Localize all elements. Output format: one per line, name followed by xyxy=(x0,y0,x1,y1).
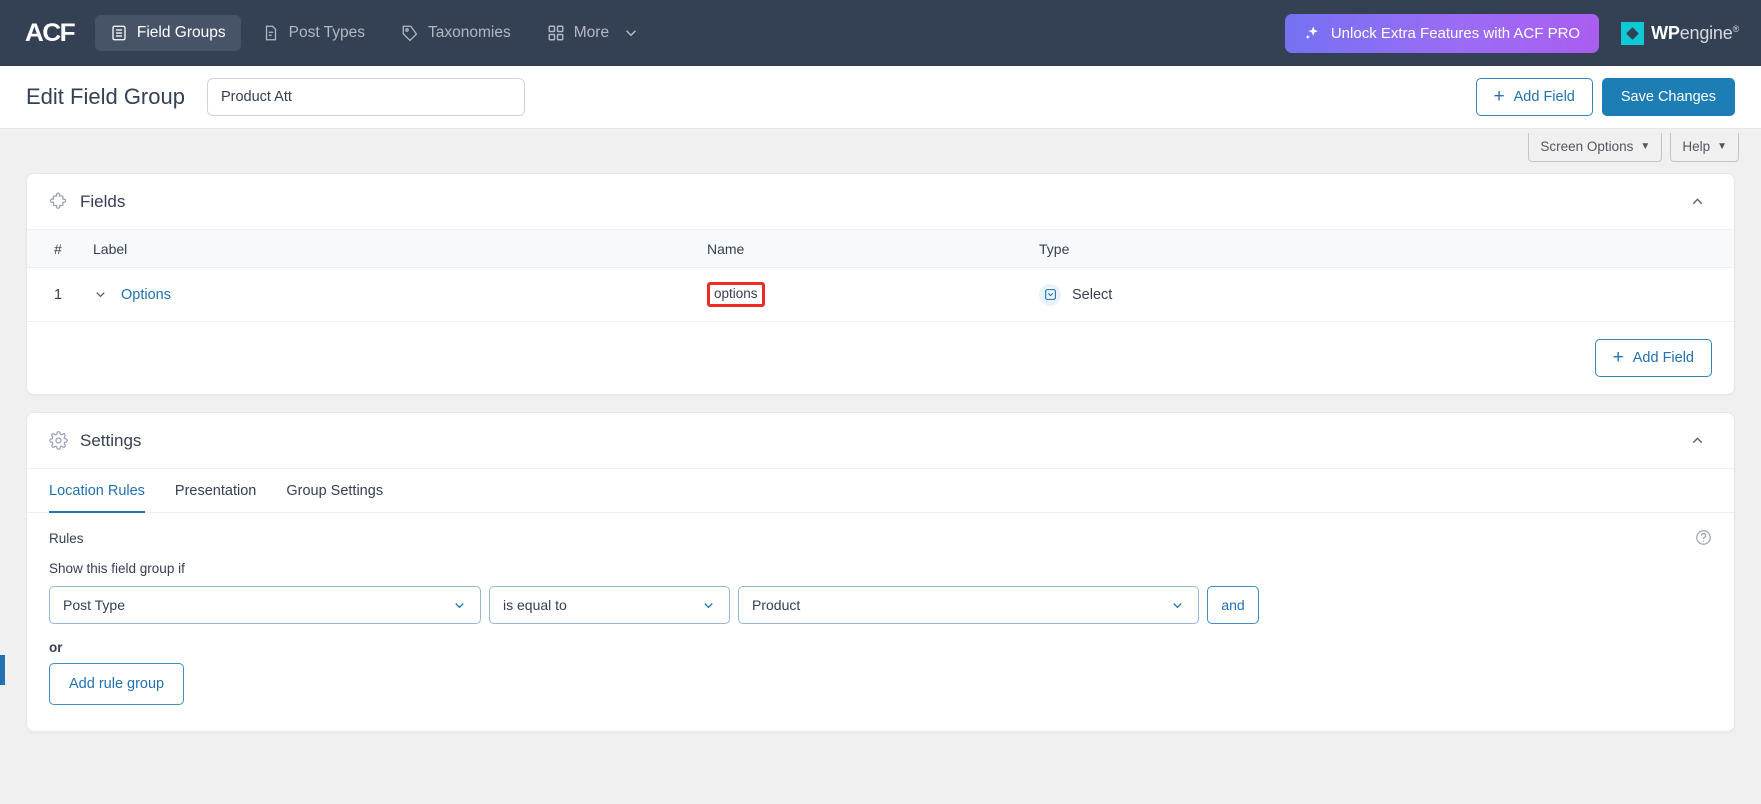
add-field-button-panel[interactable]: + Add Field xyxy=(1594,339,1712,377)
rule-value-value: Product xyxy=(752,597,801,613)
acf-logo[interactable]: ACF xyxy=(25,19,76,48)
settings-tabs: Location Rules Presentation Group Settin… xyxy=(27,469,1734,513)
rules-heading: Rules xyxy=(49,531,84,546)
column-header-number: # xyxy=(54,240,62,257)
primary-nav: Field Groups Post Types Taxonomies More xyxy=(94,15,655,51)
sparkle-icon xyxy=(1304,25,1321,42)
rule-value-select[interactable]: Product xyxy=(738,586,1199,624)
save-changes-button[interactable]: Save Changes xyxy=(1601,78,1735,116)
fields-table-header: # Label Name Type xyxy=(27,230,1734,268)
select-field-icon xyxy=(1039,283,1061,306)
wpengine-mark-icon xyxy=(1621,21,1645,45)
field-label-link[interactable]: Options xyxy=(121,287,171,303)
fields-panel-title: Fields xyxy=(80,191,126,211)
plus-icon: + xyxy=(1612,346,1624,368)
unlock-acf-pro-label: Unlock Extra Features with ACF PRO xyxy=(1330,24,1581,42)
tab-presentation[interactable]: Presentation xyxy=(175,469,256,513)
rule-param-value: Post Type xyxy=(63,597,126,613)
grid-icon xyxy=(547,24,565,42)
tab-location-rules[interactable]: Location Rules xyxy=(49,469,145,513)
acf-top-bar: ACF Field Groups Post Types Taxonomies M… xyxy=(0,0,1761,66)
rule-operator-value: is equal to xyxy=(503,597,567,613)
chevron-down-icon xyxy=(455,602,464,608)
post-types-icon xyxy=(262,24,280,42)
help-label: Help xyxy=(1682,139,1711,154)
chevron-down-icon xyxy=(1173,602,1182,608)
field-row-label-cell: Options xyxy=(93,287,707,303)
unlock-acf-pro-button[interactable]: Unlock Extra Features with ACF PRO xyxy=(1284,13,1600,53)
fields-panel-footer: + Add Field xyxy=(27,322,1734,394)
settings-panel: Settings Location Rules Presentation Gro… xyxy=(26,412,1735,732)
column-header-name: Name xyxy=(707,240,745,257)
chevron-up-icon xyxy=(1692,437,1703,444)
or-label: or xyxy=(49,640,63,655)
rules-subheading: Show this field group if xyxy=(49,561,185,576)
help-button[interactable]: Help ▼ xyxy=(1670,133,1739,162)
rule-param-select[interactable]: Post Type xyxy=(49,586,481,624)
table-row[interactable]: 1 Options options Select xyxy=(27,268,1734,322)
add-and-rule-button[interactable]: and xyxy=(1207,586,1259,624)
save-changes-label: Save Changes xyxy=(1620,89,1716,105)
field-row-type-cell: Select xyxy=(1039,283,1734,306)
screen-options-button[interactable]: Screen Options ▼ xyxy=(1528,133,1663,162)
rule-row: Post Type is equal to Product and xyxy=(49,586,1712,624)
chevron-up-icon xyxy=(1692,198,1703,205)
gear-icon xyxy=(49,431,68,450)
nav-item-more[interactable]: More xyxy=(532,15,655,51)
tab-group-settings[interactable]: Group Settings xyxy=(286,469,383,513)
field-group-title-input[interactable] xyxy=(206,78,525,116)
tag-icon xyxy=(401,24,419,42)
nav-label-field-groups: Field Groups xyxy=(136,24,226,41)
column-header-label: Label xyxy=(93,240,128,257)
page-title: Edit Field Group xyxy=(26,84,185,109)
column-header-type: Type xyxy=(1039,240,1070,257)
scroll-position-indicator xyxy=(0,655,5,685)
caret-down-icon: ▼ xyxy=(1717,141,1727,152)
fields-panel: Fields # Label Name Type 1 Options optio… xyxy=(26,173,1735,395)
location-rules-body: Rules Show this field group if Post Type… xyxy=(27,513,1734,731)
caret-down-icon: ▼ xyxy=(1640,141,1651,152)
row-expand-chevron-down-icon[interactable] xyxy=(93,287,121,302)
main-content: Fields # Label Name Type 1 Options optio… xyxy=(0,173,1761,732)
settings-panel-collapse-toggle[interactable] xyxy=(1683,426,1712,455)
field-groups-icon xyxy=(110,24,128,42)
question-circle-icon[interactable] xyxy=(1695,529,1712,546)
add-rule-group-button[interactable]: Add rule group xyxy=(49,663,185,705)
topbar-right: Unlock Extra Features with ACF PRO WPeng… xyxy=(1284,13,1739,53)
wpengine-wordmark: WPengine® xyxy=(1651,23,1739,44)
puzzle-icon xyxy=(49,192,68,211)
add-field-label-panel: Add Field xyxy=(1632,350,1694,366)
nav-label-taxonomies: Taxonomies xyxy=(428,24,511,41)
field-row-name-cell: options xyxy=(707,282,1039,307)
field-name-value[interactable]: options xyxy=(707,282,765,307)
rule-operator-select[interactable]: is equal to xyxy=(489,586,730,624)
screen-meta-links: Screen Options ▼ Help ▼ xyxy=(0,129,1761,173)
field-row-number: 1 xyxy=(54,286,63,303)
fields-panel-collapse-toggle[interactable] xyxy=(1683,187,1712,216)
header-actions: + Add Field Save Changes xyxy=(1475,78,1735,116)
nav-label-post-types: Post Types xyxy=(288,24,366,41)
wpengine-wp-text: WP xyxy=(1651,22,1680,43)
edit-field-group-header: Edit Field Group + Add Field Save Change… xyxy=(0,66,1761,129)
field-type-label: Select xyxy=(1072,286,1113,303)
plus-icon: + xyxy=(1493,85,1505,107)
nav-label-more: More xyxy=(573,24,610,41)
settings-panel-title: Settings xyxy=(80,430,142,450)
nav-item-field-groups[interactable]: Field Groups xyxy=(94,15,241,51)
chevron-down-icon xyxy=(704,602,713,608)
wpengine-engine-text: engine xyxy=(1679,22,1733,43)
wpengine-registered-mark: ® xyxy=(1732,23,1740,34)
nav-item-post-types[interactable]: Post Types xyxy=(247,15,380,51)
wpengine-logo[interactable]: WPengine® xyxy=(1621,21,1739,45)
settings-panel-header: Settings xyxy=(27,413,1734,469)
fields-panel-header: Fields xyxy=(27,174,1734,230)
chevron-down-icon xyxy=(622,24,640,42)
nav-item-taxonomies[interactable]: Taxonomies xyxy=(386,15,526,51)
add-field-label-header: Add Field xyxy=(1513,89,1575,105)
screen-options-label: Screen Options xyxy=(1540,139,1634,154)
add-field-button-header[interactable]: + Add Field xyxy=(1475,78,1593,116)
